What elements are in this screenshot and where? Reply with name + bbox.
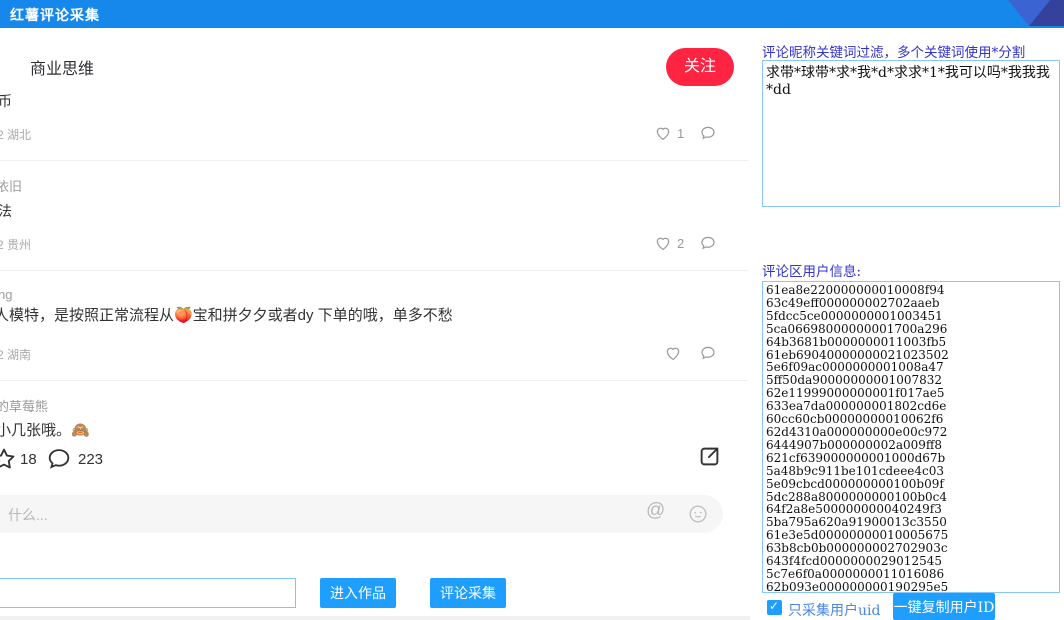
comment-input[interactable] [0, 495, 723, 533]
enter-note-button[interactable]: 进入作品 [320, 578, 396, 608]
like-heart-icon[interactable] [654, 124, 672, 142]
mention-at-icon[interactable]: @ [646, 500, 665, 522]
user-id-row: 6444907b000000002a009ff8 [766, 439, 1056, 452]
collect-comments-button[interactable]: 评论采集 [430, 578, 506, 608]
reply-bubble-icon[interactable] [699, 234, 717, 252]
comment-username: 的草莓熊 [0, 396, 48, 415]
comment-username: 依旧 [0, 176, 22, 195]
share-icon[interactable] [696, 443, 723, 470]
app-window: 红薯评论采集 商业思维 关注 币 2 湖北 1 依旧 法 2 贵州 2 ng 人… [0, 0, 1064, 620]
user-id-row: 5e09cbcd000000000100b09f [766, 478, 1056, 491]
user-id-row: 5ca06698000000001700a296 [766, 323, 1056, 336]
comment-meta: 2 贵州 [0, 236, 31, 253]
comment-input-placeholder: 什么... [8, 505, 48, 525]
comment-meta: 2 湖南 [0, 346, 31, 363]
user-id-row: 5fdcc5ce0000000001003451 [766, 310, 1056, 323]
comment-text: 人模特，是按照正常流程从🍑宝和拼夕夕或者dy 下单的哦，单多不愁 [0, 304, 453, 325]
user-id-row: 5a48b9c911be101cdeee4c03 [766, 465, 1056, 478]
keyword-filter-label: 评论昵称关键词过滤，多个关键词使用*分割 [762, 41, 1025, 61]
reply-bubble-icon[interactable] [699, 344, 717, 362]
like-heart-icon[interactable] [664, 344, 682, 362]
reply-bubble-icon[interactable] [699, 124, 717, 142]
comment-text: 法 [0, 201, 12, 221]
uid-only-checkbox[interactable] [767, 600, 782, 615]
bottom-strip [0, 616, 750, 620]
user-id-row: 643f4fcd0000000029012545 [766, 555, 1056, 568]
divider [0, 160, 748, 161]
like-count: 1 [677, 126, 684, 141]
user-id-list[interactable]: 61ea8e220000000010008f9463c49eff00000000… [762, 281, 1060, 593]
comment-total-count: 223 [78, 451, 103, 468]
user-id-row: 5c7e6f0a0000000011016086 [766, 568, 1056, 581]
note-author-name: 商业思维 [30, 55, 94, 79]
keyword-filter-textarea[interactable]: 求带*球带*求*我*d*求求*1*我可以吗*我我我*dd [762, 60, 1060, 207]
corner-ribbon-icon [1000, 0, 1064, 28]
emoji-smiley-icon[interactable] [687, 503, 709, 525]
comment-text: 小几张哦。🙈 [0, 419, 90, 440]
userinfo-label: 评论区用户信息: [762, 260, 861, 280]
user-id-row: 64b3681b0000000011003fb5 [766, 336, 1056, 349]
like-heart-icon[interactable] [654, 234, 672, 252]
like-count: 2 [677, 236, 684, 251]
divider [0, 270, 748, 271]
user-id-row: 62d4310a000000000e00c972 [766, 426, 1056, 439]
user-id-row: 621cf639000000001000d67b [766, 452, 1056, 465]
user-id-row: 61ea8e220000000010008f94 [766, 284, 1056, 297]
note-url-input[interactable] [0, 578, 296, 608]
copy-user-ids-button[interactable]: 一键复制用户ID [893, 593, 995, 620]
follow-button[interactable]: 关注 [666, 48, 734, 86]
title-bar [0, 0, 1064, 28]
comment-meta: 2 湖北 [0, 126, 31, 143]
divider [0, 380, 748, 381]
uid-only-label[interactable]: 只采集用户uid [788, 600, 880, 620]
comment-count-bubble-icon[interactable] [46, 446, 72, 472]
app-title: 红薯评论采集 [10, 5, 100, 25]
user-id-row: 62b093e000000000190295e5 [766, 581, 1056, 593]
collect-count: 18 [20, 451, 37, 468]
user-id-row: 63c49eff000000002702aaeb [766, 297, 1056, 310]
collect-star-icon[interactable] [0, 446, 17, 472]
comment-text: 币 [0, 91, 12, 111]
comment-username: ng [0, 287, 12, 302]
